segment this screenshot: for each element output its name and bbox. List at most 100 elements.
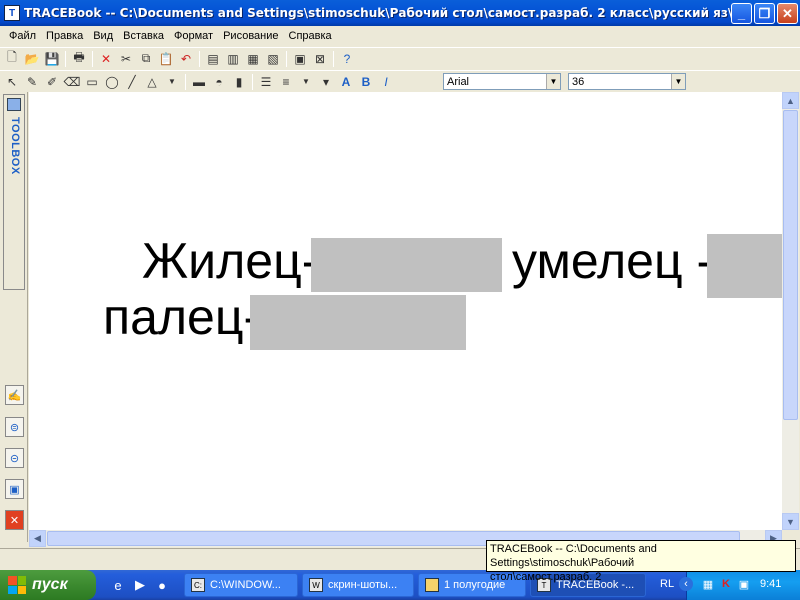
fill-icon[interactable]: ▾ — [316, 73, 336, 91]
vertical-ruler-icon[interactable]: ▮ — [229, 73, 249, 91]
page-down-icon[interactable]: ⊝ — [5, 448, 24, 468]
toolbox-icon — [7, 98, 21, 111]
open-folder-icon[interactable]: 📂 — [22, 50, 42, 68]
protractor-icon[interactable]: ◓ — [209, 73, 229, 91]
toolbar-separator — [185, 73, 186, 90]
minimize-button[interactable]: _ — [731, 3, 752, 24]
media-player-icon[interactable]: ▶ — [130, 575, 150, 595]
tooltip: TRACEBook -- C:\Documents and Settings\s… — [486, 540, 796, 583]
canvas-word-palets: палец- — [103, 289, 261, 345]
font-size-value: 36 — [572, 75, 585, 88]
vertical-scrollbar[interactable]: ▲ ▼ — [782, 92, 799, 530]
cut-icon[interactable]: ✂ — [116, 50, 136, 68]
undo-icon[interactable]: ↶ — [176, 50, 196, 68]
paste-icon[interactable]: 📋 — [156, 50, 176, 68]
ellipse-icon[interactable]: ◯ — [102, 73, 122, 91]
page-canvas[interactable]: Жилец- умелец - палец- — [29, 92, 782, 530]
folder-icon — [425, 578, 439, 592]
toolbar-separator — [92, 50, 93, 67]
title-bar[interactable]: T TRACEBook -- C:\Documents and Settings… — [0, 0, 800, 26]
page-up-icon[interactable]: ⊜ — [5, 417, 24, 437]
scroll-left-arrow-icon[interactable]: ◀ — [29, 530, 46, 547]
tooltip-line1: TRACEBook -- C:\Documents and Settings\s… — [490, 543, 657, 569]
pen-tool-icon[interactable]: ✍ — [5, 385, 24, 405]
rectangle-icon[interactable]: ▭ — [82, 73, 102, 91]
start-button[interactable]: пуск — [0, 570, 96, 600]
new-file-icon[interactable]: 🗋 — [2, 50, 22, 68]
scroll-up-arrow-icon[interactable]: ▲ — [782, 92, 799, 109]
toolbox-panel: TOOLBOX ✍ ⊜ ⊝ ▣ ✕ — [0, 92, 28, 542]
ie-icon[interactable]: e — [108, 575, 128, 595]
image-delete-icon[interactable]: ⊠ — [310, 50, 330, 68]
print-icon[interactable]: 🖶 — [69, 50, 89, 68]
font-name-value: Arial — [447, 75, 470, 88]
menu-view[interactable]: Вид — [88, 30, 118, 42]
menu-file[interactable]: Файл — [4, 30, 41, 42]
tooltip-line2: стол\самост.разраб. 2 — [490, 571, 602, 583]
cmd-icon: C: — [191, 578, 205, 592]
line-icon[interactable]: ╱ — [122, 73, 142, 91]
chevron-down-icon[interactable]: ▼ — [546, 74, 560, 89]
start-label: пуск — [32, 576, 68, 593]
text-tool-icon[interactable]: A — [336, 73, 356, 91]
toolbar-separator — [199, 50, 200, 67]
maximize-button[interactable]: ❐ — [754, 3, 775, 24]
firefox-icon[interactable]: ● — [152, 575, 172, 595]
close-button[interactable]: ✕ — [777, 3, 798, 24]
menu-help[interactable]: Справка — [284, 30, 337, 42]
answer-blank[interactable] — [311, 238, 502, 292]
save-icon[interactable]: 💾 — [42, 50, 62, 68]
exit-icon[interactable]: ✕ — [5, 510, 24, 530]
pen-icon[interactable]: ✎ — [22, 73, 42, 91]
menu-insert[interactable]: Вставка — [118, 30, 169, 42]
app-icon: T — [4, 5, 20, 21]
answer-blank[interactable] — [707, 234, 782, 298]
toolbar-separator — [333, 50, 334, 67]
menu-drawing[interactable]: Рисование — [218, 30, 283, 42]
font-size-select[interactable]: 36 ▼ — [568, 73, 686, 90]
chevron-down-icon[interactable]: ▼ — [671, 74, 685, 89]
ruler-icon[interactable]: ▬ — [189, 73, 209, 91]
page-delete-icon[interactable]: ▤ — [203, 50, 223, 68]
chevron-down-icon[interactable]: ▼ — [162, 73, 182, 91]
toolbar-separator — [65, 50, 66, 67]
copy-icon[interactable]: ⧉ — [136, 50, 156, 68]
highlighter-icon[interactable]: ✐ — [42, 73, 62, 91]
chevron-down-icon[interactable]: ▼ — [296, 73, 316, 91]
task-label: скрин-шоты... — [328, 579, 398, 591]
task-cmd[interactable]: C: C:\WINDOW... — [184, 573, 298, 597]
line-width-icon[interactable]: ☰ — [256, 73, 276, 91]
italic-icon[interactable]: I — [376, 73, 396, 91]
task-word[interactable]: W скрин-шоты... — [302, 573, 414, 597]
fullscreen-icon[interactable]: ▣ — [5, 479, 24, 499]
window-title: TRACEBook -- C:\Documents and Settings\s… — [24, 6, 742, 20]
toolbox-label: TOOLBOX — [9, 117, 21, 175]
windows-logo-icon — [8, 576, 26, 594]
help-icon[interactable]: ? — [337, 50, 357, 68]
font-name-select[interactable]: Arial ▼ — [443, 73, 561, 90]
image-icon[interactable]: ▣ — [290, 50, 310, 68]
line-style-icon[interactable]: ≡ — [276, 73, 296, 91]
menu-format[interactable]: Формат — [169, 30, 218, 42]
page-insert-icon[interactable]: ▥ — [223, 50, 243, 68]
menu-edit[interactable]: Правка — [41, 30, 88, 42]
triangle-icon[interactable]: △ — [142, 73, 162, 91]
canvas-word-umelets: умелец - — [512, 233, 714, 289]
word-icon: W — [309, 578, 323, 592]
vertical-scroll-thumb[interactable] — [783, 110, 798, 420]
standard-toolbar: 🗋 📂 💾 🖶 ✕ ✂ ⧉ 📋 ↶ ▤ ▥ ▦ ▧ ▣ ⊠ ? — [0, 47, 800, 69]
eraser-icon[interactable]: ⌫ — [62, 73, 82, 91]
menu-bar: Файл Правка Вид Вставка Формат Рисование… — [0, 26, 800, 46]
delete-icon[interactable]: ✕ — [96, 50, 116, 68]
page-move-icon[interactable]: ▧ — [263, 50, 283, 68]
canvas-word-zhilets: Жилец- — [142, 233, 319, 289]
toolbar-separator — [286, 50, 287, 67]
bold-icon[interactable]: B — [356, 73, 376, 91]
select-arrow-icon[interactable]: ↖ — [2, 73, 22, 91]
toolbox-tab[interactable]: TOOLBOX — [3, 94, 25, 290]
scroll-down-arrow-icon[interactable]: ▼ — [782, 513, 799, 530]
answer-blank[interactable] — [250, 295, 466, 350]
app-window: T TRACEBook -- C:\Documents and Settings… — [0, 0, 800, 600]
task-label: C:\WINDOW... — [210, 579, 281, 591]
page-copy-icon[interactable]: ▦ — [243, 50, 263, 68]
